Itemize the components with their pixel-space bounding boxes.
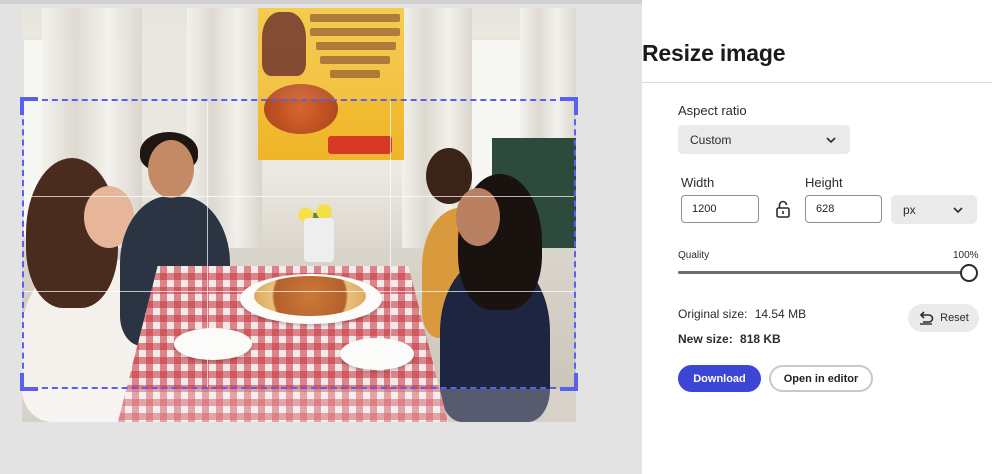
resize-image-app: Resize image Aspect ratio Custom Width H… [0, 0, 1003, 474]
aspect-ratio-select[interactable]: Custom [678, 125, 850, 154]
reset-button[interactable]: Reset [908, 304, 979, 332]
open-in-editor-button[interactable]: Open in editor [769, 365, 873, 392]
crop-grid-line [24, 291, 574, 293]
crop-handle-bottom-right[interactable] [560, 373, 578, 391]
panel-title: Resize image [642, 40, 786, 66]
resize-panel: Resize image Aspect ratio Custom Width H… [642, 0, 1003, 474]
height-input[interactable]: 628 [805, 195, 882, 223]
crop-handle-top-right[interactable] [560, 97, 578, 115]
new-size-label: New size: [678, 332, 733, 346]
unit-value: px [903, 202, 916, 217]
original-size: Original size: 14.54 MB [678, 307, 806, 321]
new-size-value: 818 KB [740, 332, 781, 346]
aspect-ratio-value: Custom [690, 132, 732, 147]
image-canvas [0, 0, 642, 474]
chevron-down-icon [953, 206, 963, 213]
original-size-value: 14.54 MB [754, 307, 807, 321]
new-size: New size: 818 KB [678, 332, 781, 346]
chevron-down-icon [826, 136, 836, 143]
quality-value: 100% [953, 250, 979, 261]
quality-slider-thumb[interactable] [960, 264, 978, 282]
original-size-label: Original size: [678, 307, 748, 321]
canvas-top-edge [0, 0, 642, 4]
quality-label: Quality [678, 250, 710, 261]
crop-handle-top-left[interactable] [20, 97, 38, 115]
width-input[interactable]: 1200 [681, 195, 759, 223]
crop-frame[interactable] [20, 97, 578, 391]
height-label: Height [805, 175, 843, 190]
crop-grid-line [24, 196, 574, 198]
crop-grid-line [207, 101, 209, 387]
download-button[interactable]: Download [678, 365, 761, 392]
width-label: Width [681, 175, 715, 190]
aspect-ratio-label: Aspect ratio [678, 103, 747, 118]
unlocked-padlock-icon[interactable] [773, 199, 793, 219]
unit-select[interactable]: px [891, 195, 977, 224]
divider [642, 82, 992, 83]
crop-grid-line [390, 101, 392, 387]
quality-slider-track[interactable] [678, 271, 970, 274]
undo-arrow-icon [919, 311, 934, 325]
crop-handle-bottom-left[interactable] [20, 373, 38, 391]
